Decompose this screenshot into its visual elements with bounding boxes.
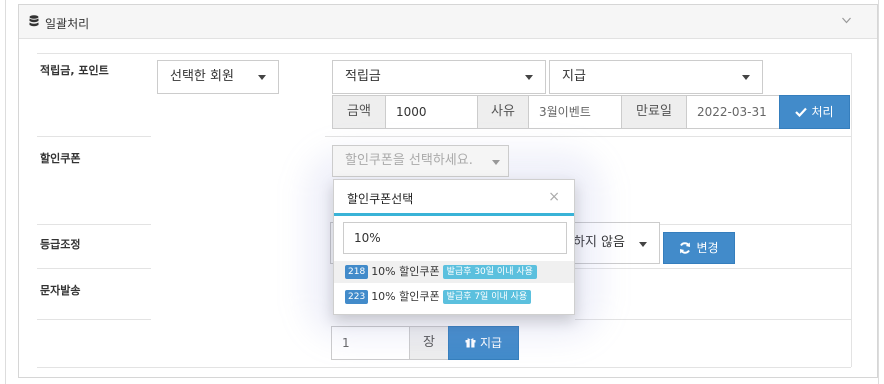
row-label-points: 적립금, 포인트	[40, 64, 109, 77]
coupon-option[interactable]: 223 10% 할인쿠폰 발급후 7일 이내 사용	[334, 286, 574, 308]
point-type-select-value: 적립금	[345, 69, 381, 84]
popup-header: 할인쿠폰선택 ×	[334, 180, 574, 216]
grid-line	[575, 319, 851, 320]
expire-date-input[interactable]: 2022-03-31	[686, 95, 780, 129]
popup-title: 할인쿠폰선택	[347, 192, 414, 206]
grade-change-button[interactable]: 변경	[663, 232, 735, 264]
grid-line	[575, 268, 851, 269]
caret-down-icon	[258, 75, 266, 80]
target-member-select-value: 선택한 회원	[170, 69, 234, 84]
grid-line	[37, 319, 151, 320]
grid-line	[851, 53, 852, 367]
target-member-select[interactable]: 선택한 회원	[157, 60, 279, 94]
grid-line	[37, 268, 151, 269]
row-label-grade: 등급조정	[40, 238, 81, 251]
coupon-id-badge: 223	[345, 290, 369, 304]
coupon-usage-badge: 발급후 7일 이내 사용	[442, 290, 532, 304]
point-action-select-value: 지급	[562, 69, 586, 84]
coupon-usage-badge: 발급후 30일 이내 사용	[442, 265, 537, 279]
amount-label: 금액	[332, 95, 386, 129]
row-label-coupon: 할인쿠폰	[40, 152, 81, 165]
coupon-option[interactable]: 218 10% 할인쿠폰 발급후 30일 이내 사용	[334, 261, 574, 283]
grid-line	[37, 136, 151, 137]
process-button[interactable]: 처리	[779, 95, 850, 129]
caret-down-icon	[492, 160, 500, 165]
chevron-down-icon[interactable]	[842, 17, 851, 24]
caret-down-icon	[639, 242, 647, 247]
coupon-select-toggle[interactable]: 할인쿠폰을 선택하세요.	[332, 145, 509, 177]
point-action-select[interactable]: 지급	[549, 60, 763, 94]
coupon-id-badge: 218	[345, 265, 369, 279]
grid-line	[37, 367, 851, 368]
caret-down-icon	[525, 75, 533, 80]
process-button-label: 처리	[811, 105, 834, 119]
point-type-select[interactable]: 적립금	[332, 60, 546, 94]
database-icon	[29, 15, 39, 27]
coupon-select-popup: 할인쿠폰선택 × 10% 218 10% 할인쿠폰 발급후 30일 이내 사용 22…	[333, 179, 575, 315]
coupon-option-name: 10% 할인쿠폰	[371, 290, 440, 303]
coupon-select-placeholder: 할인쿠폰을 선택하세요.	[345, 153, 473, 168]
close-icon[interactable]: ×	[548, 189, 560, 205]
coupon-option-name: 10% 할인쿠폰	[371, 265, 440, 278]
refresh-icon	[680, 242, 691, 254]
expire-label: 만료일	[621, 95, 687, 129]
row-label-sms: 문자발송	[40, 284, 81, 297]
grid-line	[37, 53, 851, 54]
panel-header[interactable]: 일괄처리	[19, 5, 877, 39]
grid-line	[325, 136, 851, 137]
check-icon	[795, 107, 808, 118]
amount-input[interactable]: 1000	[385, 95, 478, 129]
reason-label: 사유	[477, 95, 529, 129]
panel-title: 일괄처리	[45, 17, 90, 31]
grade-change-button-label: 변경	[696, 241, 719, 255]
coupon-search-input[interactable]: 10%	[343, 222, 567, 254]
caret-down-icon	[742, 75, 750, 80]
grid-line	[37, 224, 151, 225]
reason-input[interactable]: 3월이벤트	[528, 95, 622, 129]
